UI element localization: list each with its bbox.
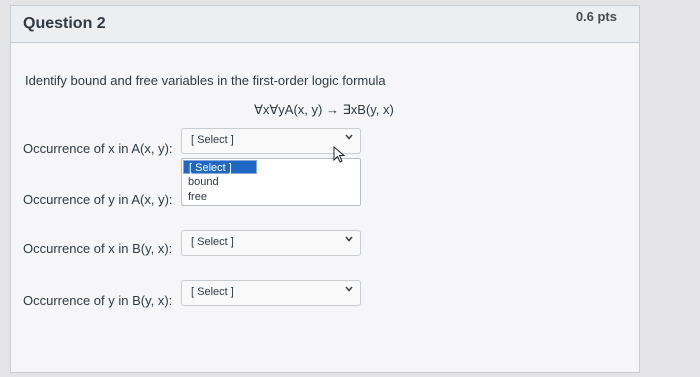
- chevron-down-icon: [344, 132, 354, 145]
- question-points: 0.6 pts: [575, 9, 617, 24]
- chevron-down-icon: [344, 284, 354, 297]
- question-prompt: Identify bound and free variables in the…: [25, 73, 386, 88]
- row-label-x-in-a: Occurrence of x in A(x, y):: [23, 141, 173, 156]
- row-label-x-in-b: Occurrence of x in B(y, x):: [23, 241, 173, 256]
- select-value: [ Select ]: [191, 134, 234, 146]
- chevron-down-icon: [344, 234, 354, 247]
- question-card: Question 2 0.6 pts Identify bound and fr…: [10, 5, 640, 373]
- dropdown-option-bound[interactable]: bound: [183, 175, 262, 189]
- question-header: Question 2 0.6 pts: [11, 6, 639, 43]
- question-title: Question 2: [23, 15, 106, 32]
- select-y-in-b[interactable]: [ Select ]: [181, 280, 361, 306]
- row-label-y-in-a: Occurrence of y in A(x, y):: [23, 192, 173, 207]
- select-value: [ Select ]: [191, 236, 234, 248]
- dropdown-option-select[interactable]: [ Select ]: [183, 160, 257, 174]
- row-label-y-in-b: Occurrence of y in B(y, x):: [23, 293, 173, 308]
- dropdown-option-free[interactable]: free: [183, 190, 262, 204]
- select-value: [ Select ]: [191, 286, 234, 298]
- dropdown-list: [ Select ] bound free: [181, 158, 361, 206]
- logic-formula: ∀x∀yA(x, y) → ∃xB(y, x): [254, 102, 394, 117]
- select-x-in-b[interactable]: [ Select ]: [181, 230, 361, 256]
